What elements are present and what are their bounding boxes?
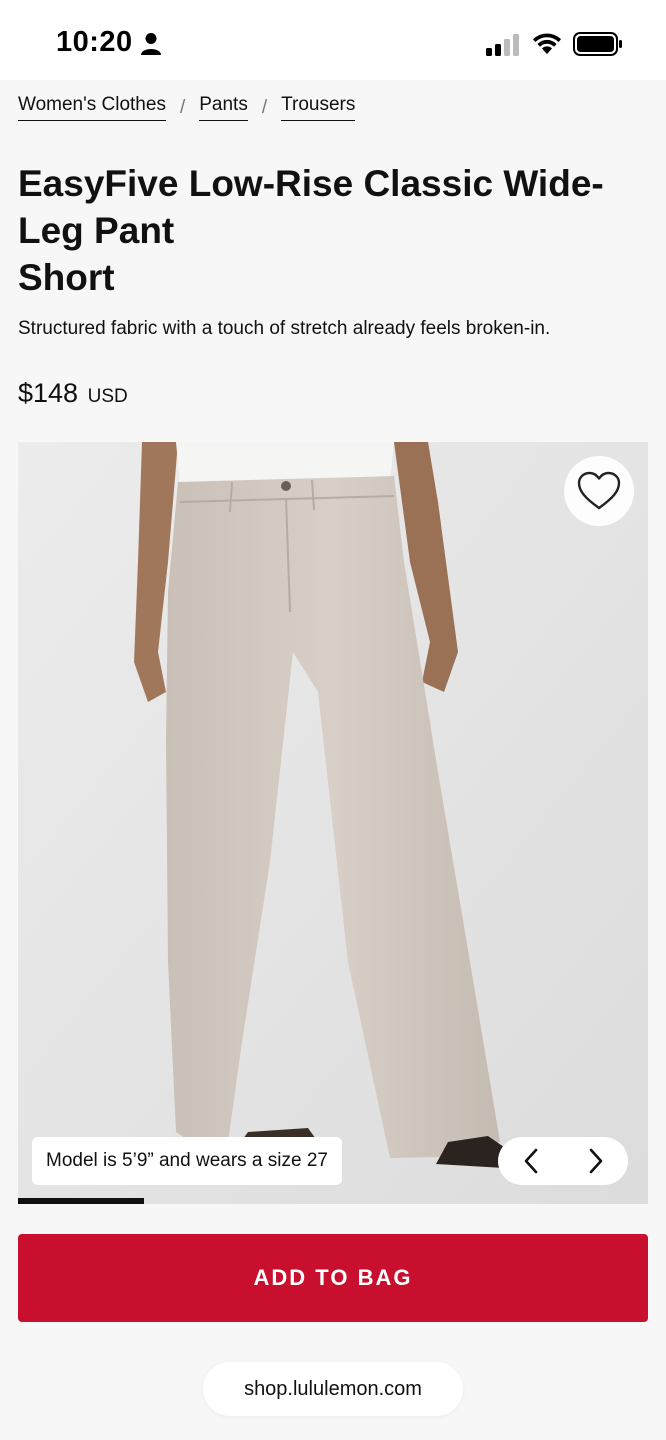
product-title: EasyFive Low-Rise Classic Wide-Leg Pant … — [18, 160, 638, 301]
heart-icon — [577, 471, 621, 510]
product-photo — [18, 442, 648, 1204]
breadcrumb-pants[interactable]: Pants — [199, 94, 248, 121]
previous-image-button[interactable] — [511, 1141, 551, 1181]
status-bar: 10:20 — [0, 0, 666, 80]
next-image-button[interactable] — [576, 1141, 616, 1181]
product-title-text: EasyFive Low-Rise Classic Wide-Leg Pant — [18, 163, 604, 251]
status-time: 10:20 — [56, 26, 133, 58]
breadcrumb-separator: / — [179, 96, 186, 118]
add-to-bag-button[interactable]: ADD TO BAG — [18, 1234, 648, 1322]
product-description: Structured fabric with a touch of stretc… — [18, 318, 551, 339]
model-size-note: Model is 5’9” and wears a size 27 — [32, 1137, 342, 1185]
browser-url-bar[interactable]: shop.lululemon.com — [203, 1362, 463, 1416]
cellular-signal-icon — [486, 34, 519, 56]
wifi-icon — [533, 33, 561, 54]
breadcrumb-trousers[interactable]: Trousers — [281, 94, 356, 121]
person-icon — [141, 33, 161, 55]
gallery-progress-track — [18, 1198, 648, 1204]
gallery-progress-fill — [18, 1198, 144, 1204]
chevron-left-icon — [524, 1148, 537, 1174]
breadcrumb: Women's Clothes / Pants / Trousers — [18, 94, 356, 121]
breadcrumb-womens-clothes[interactable]: Women's Clothes — [18, 94, 166, 121]
price-amount: $148 — [18, 378, 79, 408]
product-page: Women's Clothes / Pants / Trousers EasyF… — [0, 80, 666, 1440]
product-image-gallery[interactable]: Model is 5’9” and wears a size 27 — [18, 442, 648, 1204]
battery-icon — [573, 32, 622, 56]
breadcrumb-separator: / — [261, 96, 268, 118]
price-currency: USD — [87, 386, 128, 407]
product-price: $148 USD — [18, 378, 128, 409]
chevron-right-icon — [589, 1148, 602, 1174]
wishlist-button[interactable] — [564, 456, 634, 526]
product-subtitle: Short — [18, 257, 115, 298]
carousel-nav — [498, 1137, 628, 1185]
